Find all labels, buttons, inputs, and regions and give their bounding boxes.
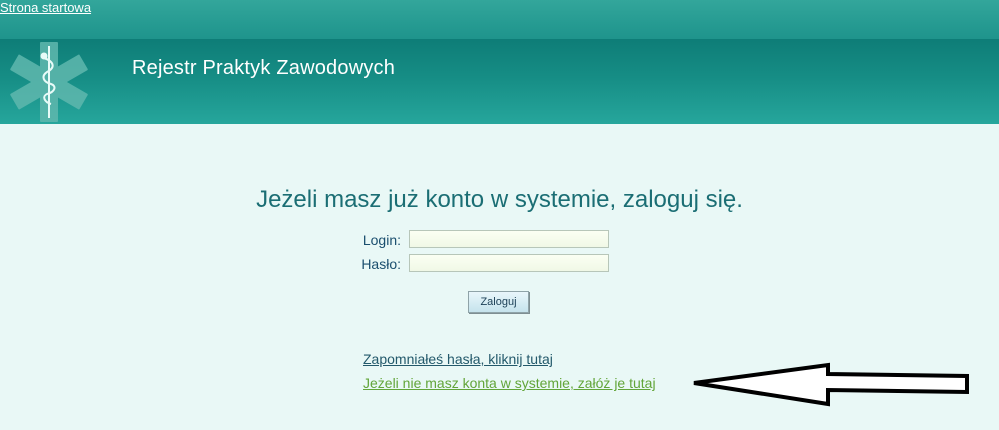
top-bar: Strona startowa	[0, 0, 999, 39]
login-input[interactable]	[409, 230, 609, 248]
header-banner: Rejestr Praktyk Zawodowych	[0, 39, 999, 124]
home-link[interactable]: Strona startowa	[0, 0, 91, 15]
forgot-password-link[interactable]: Zapomniałeś hasła, kliknij tutaj	[363, 351, 553, 367]
left-arrow-icon	[693, 362, 969, 407]
password-label-row: Hasło:	[300, 254, 401, 274]
password-label: Hasło:	[361, 256, 401, 272]
login-button[interactable]: Zaloguj	[468, 291, 529, 313]
register-link[interactable]: Jeżeli nie masz konta w systemie, załóż …	[363, 375, 656, 391]
login-label: Login:	[362, 232, 401, 248]
login-label-row: Login:	[300, 230, 401, 250]
password-input[interactable]	[409, 254, 609, 272]
star-of-life-icon	[10, 42, 88, 122]
app-title: Rejestr Praktyk Zawodowych	[132, 57, 396, 79]
login-heading: Jeżeli masz już konto w systemie, zalogu…	[256, 186, 743, 213]
